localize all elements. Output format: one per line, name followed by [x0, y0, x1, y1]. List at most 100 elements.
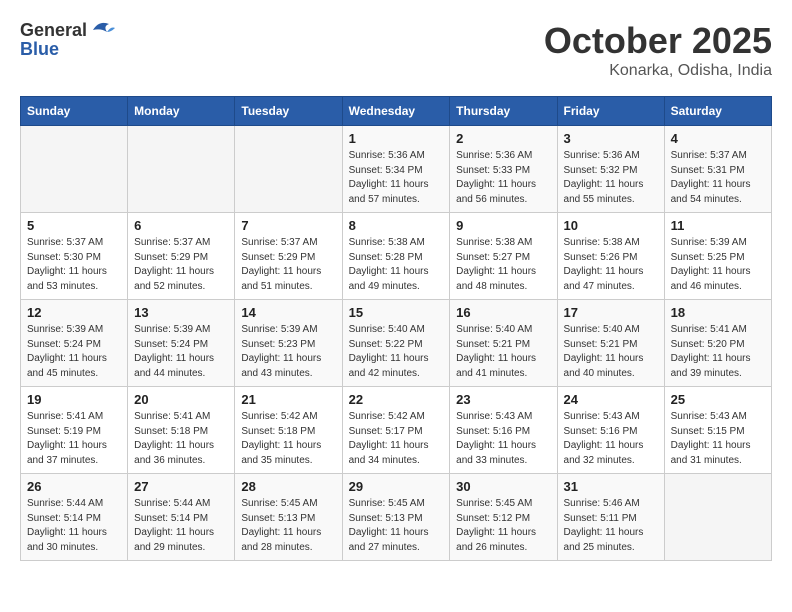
weekday-header-tuesday: Tuesday — [235, 97, 342, 126]
calendar-cell: 17 Sunrise: 5:40 AM Sunset: 5:21 PM Dayli… — [557, 300, 664, 387]
calendar-cell: 7 Sunrise: 5:37 AM Sunset: 5:29 PM Daylig… — [235, 213, 342, 300]
day-detail: Sunrise: 5:44 AM Sunset: 5:14 PM Dayligh… — [27, 497, 121, 555]
calendar-cell: 14 Sunrise: 5:39 AM Sunset: 5:23 PM Dayli… — [235, 300, 342, 387]
day-detail: Sunrise: 5:40 AM Sunset: 5:21 PM Dayligh… — [564, 323, 658, 381]
day-number: 5 — [27, 218, 121, 233]
logo-general: General — [20, 20, 87, 41]
location-subtitle: Konarka, Odisha, India — [544, 62, 772, 80]
calendar-body: 1Sunrise: 5:36 AM Sunset: 5:34 PM Daylig… — [21, 126, 772, 561]
day-number: 27 — [134, 479, 228, 494]
calendar-cell: 22 Sunrise: 5:42 AM Sunset: 5:17 PM Dayli… — [342, 387, 450, 474]
day-detail: Sunrise: 5:44 AM Sunset: 5:14 PM Dayligh… — [134, 497, 228, 555]
day-detail: Sunrise: 5:45 AM Sunset: 5:13 PM Dayligh… — [241, 497, 335, 555]
day-number: 14 — [241, 305, 335, 320]
day-number: 4 — [671, 131, 765, 146]
calendar-table: SundayMondayTuesdayWednesdayThursdayFrid… — [20, 96, 772, 561]
day-number: 22 — [349, 392, 444, 407]
week-row-3: 12 Sunrise: 5:39 AM Sunset: 5:24 PM Dayli… — [21, 300, 772, 387]
day-number: 11 — [671, 218, 765, 233]
day-detail: Sunrise: 5:41 AM Sunset: 5:20 PM Dayligh… — [671, 323, 765, 381]
day-number: 31 — [564, 479, 658, 494]
month-title: October 2025 — [544, 20, 772, 62]
day-number: 7 — [241, 218, 335, 233]
day-number: 24 — [564, 392, 658, 407]
day-detail: Sunrise: 5:41 AM Sunset: 5:18 PM Dayligh… — [134, 410, 228, 468]
day-number: 30 — [456, 479, 550, 494]
calendar-cell: 2Sunrise: 5:36 AM Sunset: 5:33 PM Daylig… — [450, 126, 557, 213]
weekday-header-wednesday: Wednesday — [342, 97, 450, 126]
calendar-cell: 31 Sunrise: 5:46 AM Sunset: 5:11 PM Dayli… — [557, 474, 664, 561]
day-number: 12 — [27, 305, 121, 320]
day-detail: Sunrise: 5:38 AM Sunset: 5:26 PM Dayligh… — [564, 236, 658, 294]
day-detail: Sunrise: 5:46 AM Sunset: 5:11 PM Dayligh… — [564, 497, 658, 555]
weekday-header-thursday: Thursday — [450, 97, 557, 126]
day-detail: Sunrise: 5:37 AM Sunset: 5:29 PM Dayligh… — [241, 236, 335, 294]
logo: General Blue — [20, 20, 115, 60]
calendar-cell: 20 Sunrise: 5:41 AM Sunset: 5:18 PM Dayli… — [128, 387, 235, 474]
day-detail: Sunrise: 5:41 AM Sunset: 5:19 PM Dayligh… — [27, 410, 121, 468]
day-detail: Sunrise: 5:37 AM Sunset: 5:31 PM Dayligh… — [671, 149, 765, 207]
day-number: 16 — [456, 305, 550, 320]
calendar-cell — [235, 126, 342, 213]
weekday-header-row: SundayMondayTuesdayWednesdayThursdayFrid… — [21, 97, 772, 126]
day-detail: Sunrise: 5:37 AM Sunset: 5:30 PM Dayligh… — [27, 236, 121, 294]
calendar-cell — [21, 126, 128, 213]
page-header: General Blue October 2025 Konarka, Odish… — [20, 20, 772, 80]
calendar-cell: 24 Sunrise: 5:43 AM Sunset: 5:16 PM Dayli… — [557, 387, 664, 474]
day-number: 6 — [134, 218, 228, 233]
day-detail: Sunrise: 5:45 AM Sunset: 5:13 PM Dayligh… — [349, 497, 444, 555]
calendar-cell: 25Sunrise: 5:43 AM Sunset: 5:15 PM Dayli… — [664, 387, 771, 474]
title-area: October 2025 Konarka, Odisha, India — [544, 20, 772, 80]
day-number: 8 — [349, 218, 444, 233]
weekday-header-sunday: Sunday — [21, 97, 128, 126]
day-number: 28 — [241, 479, 335, 494]
day-detail: Sunrise: 5:38 AM Sunset: 5:27 PM Dayligh… — [456, 236, 550, 294]
calendar-cell: 23 Sunrise: 5:43 AM Sunset: 5:16 PM Dayli… — [450, 387, 557, 474]
calendar-cell: 3 Sunrise: 5:36 AM Sunset: 5:32 PM Daylig… — [557, 126, 664, 213]
calendar-cell — [664, 474, 771, 561]
calendar-cell: 26 Sunrise: 5:44 AM Sunset: 5:14 PM Dayli… — [21, 474, 128, 561]
day-detail: Sunrise: 5:39 AM Sunset: 5:24 PM Dayligh… — [27, 323, 121, 381]
calendar-cell: 18 Sunrise: 5:41 AM Sunset: 5:20 PM Dayli… — [664, 300, 771, 387]
weekday-header-saturday: Saturday — [664, 97, 771, 126]
day-detail: Sunrise: 5:39 AM Sunset: 5:23 PM Dayligh… — [241, 323, 335, 381]
day-detail: Sunrise: 5:39 AM Sunset: 5:25 PM Dayligh… — [671, 236, 765, 294]
day-detail: Sunrise: 5:36 AM Sunset: 5:34 PM Dayligh… — [349, 149, 444, 207]
calendar-cell: 8 Sunrise: 5:38 AM Sunset: 5:28 PM Daylig… — [342, 213, 450, 300]
calendar-cell: 6 Sunrise: 5:37 AM Sunset: 5:29 PM Daylig… — [128, 213, 235, 300]
day-detail: Sunrise: 5:38 AM Sunset: 5:28 PM Dayligh… — [349, 236, 444, 294]
logo-bird-icon — [89, 18, 115, 40]
weekday-header-monday: Monday — [128, 97, 235, 126]
calendar-cell: 28 Sunrise: 5:45 AM Sunset: 5:13 PM Dayli… — [235, 474, 342, 561]
day-number: 19 — [27, 392, 121, 407]
day-number: 18 — [671, 305, 765, 320]
day-detail: Sunrise: 5:40 AM Sunset: 5:21 PM Dayligh… — [456, 323, 550, 381]
calendar-cell: 19 Sunrise: 5:41 AM Sunset: 5:19 PM Dayli… — [21, 387, 128, 474]
day-number: 20 — [134, 392, 228, 407]
calendar-cell: 16 Sunrise: 5:40 AM Sunset: 5:21 PM Dayli… — [450, 300, 557, 387]
day-number: 23 — [456, 392, 550, 407]
day-number: 10 — [564, 218, 658, 233]
day-number: 3 — [564, 131, 658, 146]
calendar-cell: 15 Sunrise: 5:40 AM Sunset: 5:22 PM Dayli… — [342, 300, 450, 387]
day-number: 13 — [134, 305, 228, 320]
day-detail: Sunrise: 5:40 AM Sunset: 5:22 PM Dayligh… — [349, 323, 444, 381]
day-detail: Sunrise: 5:43 AM Sunset: 5:16 PM Dayligh… — [564, 410, 658, 468]
day-number: 26 — [27, 479, 121, 494]
day-number: 2 — [456, 131, 550, 146]
calendar-cell: 4 Sunrise: 5:37 AM Sunset: 5:31 PM Daylig… — [664, 126, 771, 213]
calendar-cell: 10 Sunrise: 5:38 AM Sunset: 5:26 PM Dayli… — [557, 213, 664, 300]
calendar-cell: 1Sunrise: 5:36 AM Sunset: 5:34 PM Daylig… — [342, 126, 450, 213]
day-detail: Sunrise: 5:42 AM Sunset: 5:18 PM Dayligh… — [241, 410, 335, 468]
day-detail: Sunrise: 5:42 AM Sunset: 5:17 PM Dayligh… — [349, 410, 444, 468]
week-row-5: 26 Sunrise: 5:44 AM Sunset: 5:14 PM Dayli… — [21, 474, 772, 561]
day-detail: Sunrise: 5:36 AM Sunset: 5:32 PM Dayligh… — [564, 149, 658, 207]
day-number: 29 — [349, 479, 444, 494]
day-number: 17 — [564, 305, 658, 320]
weekday-header-friday: Friday — [557, 97, 664, 126]
day-detail: Sunrise: 5:43 AM Sunset: 5:16 PM Dayligh… — [456, 410, 550, 468]
day-detail: Sunrise: 5:37 AM Sunset: 5:29 PM Dayligh… — [134, 236, 228, 294]
day-number: 15 — [349, 305, 444, 320]
logo-blue: Blue — [20, 39, 115, 60]
week-row-1: 1Sunrise: 5:36 AM Sunset: 5:34 PM Daylig… — [21, 126, 772, 213]
